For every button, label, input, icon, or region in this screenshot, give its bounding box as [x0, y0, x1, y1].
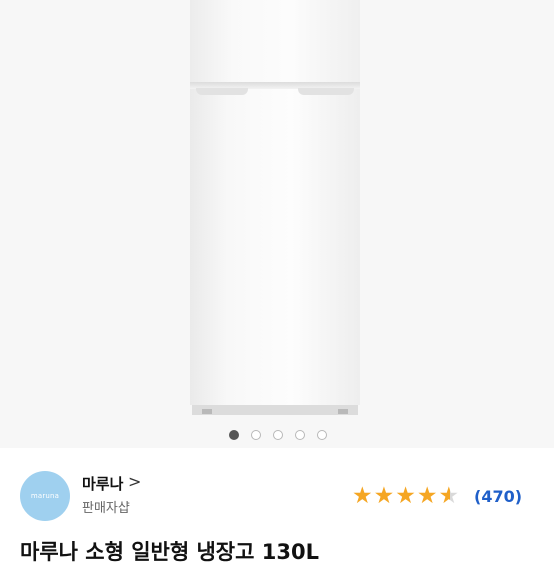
carousel-pagination: [229, 430, 327, 440]
star-full-icon: ★: [373, 483, 395, 509]
chevron-right-icon[interactable]: >: [128, 472, 141, 491]
product-image: [190, 0, 360, 415]
star-half-icon: ★: [438, 483, 460, 509]
seller-avatar[interactable]: maruna: [20, 471, 70, 521]
door-handle-left: [196, 88, 248, 95]
fridge-foot: [202, 409, 212, 414]
freezer-door: [190, 0, 360, 83]
seller-type-label: 판매자샵: [82, 501, 130, 516]
fridge-base: [192, 405, 358, 415]
door-handle-right: [298, 88, 354, 95]
carousel-dot-5[interactable]: [317, 430, 327, 440]
review-count-link[interactable]: (470): [474, 487, 522, 506]
seller-logo-text: maruna: [30, 492, 60, 500]
star-full-icon: ★: [416, 483, 438, 509]
rating-stars[interactable]: ★ ★ ★ ★ ★: [352, 485, 459, 508]
product-title: 마루나 소형 일반형 냉장고 130L: [20, 540, 319, 564]
fridge-foot: [338, 409, 348, 414]
carousel-dot-2[interactable]: [251, 430, 261, 440]
carousel-dot-4[interactable]: [295, 430, 305, 440]
carousel-dot-3[interactable]: [273, 430, 283, 440]
carousel-dot-1[interactable]: [229, 430, 239, 440]
star-full-icon: ★: [352, 483, 373, 509]
seller-name-link[interactable]: 마루나: [82, 473, 123, 494]
product-image-gallery[interactable]: [0, 0, 554, 448]
star-full-icon: ★: [395, 483, 416, 509]
fridge-door: [190, 89, 360, 405]
